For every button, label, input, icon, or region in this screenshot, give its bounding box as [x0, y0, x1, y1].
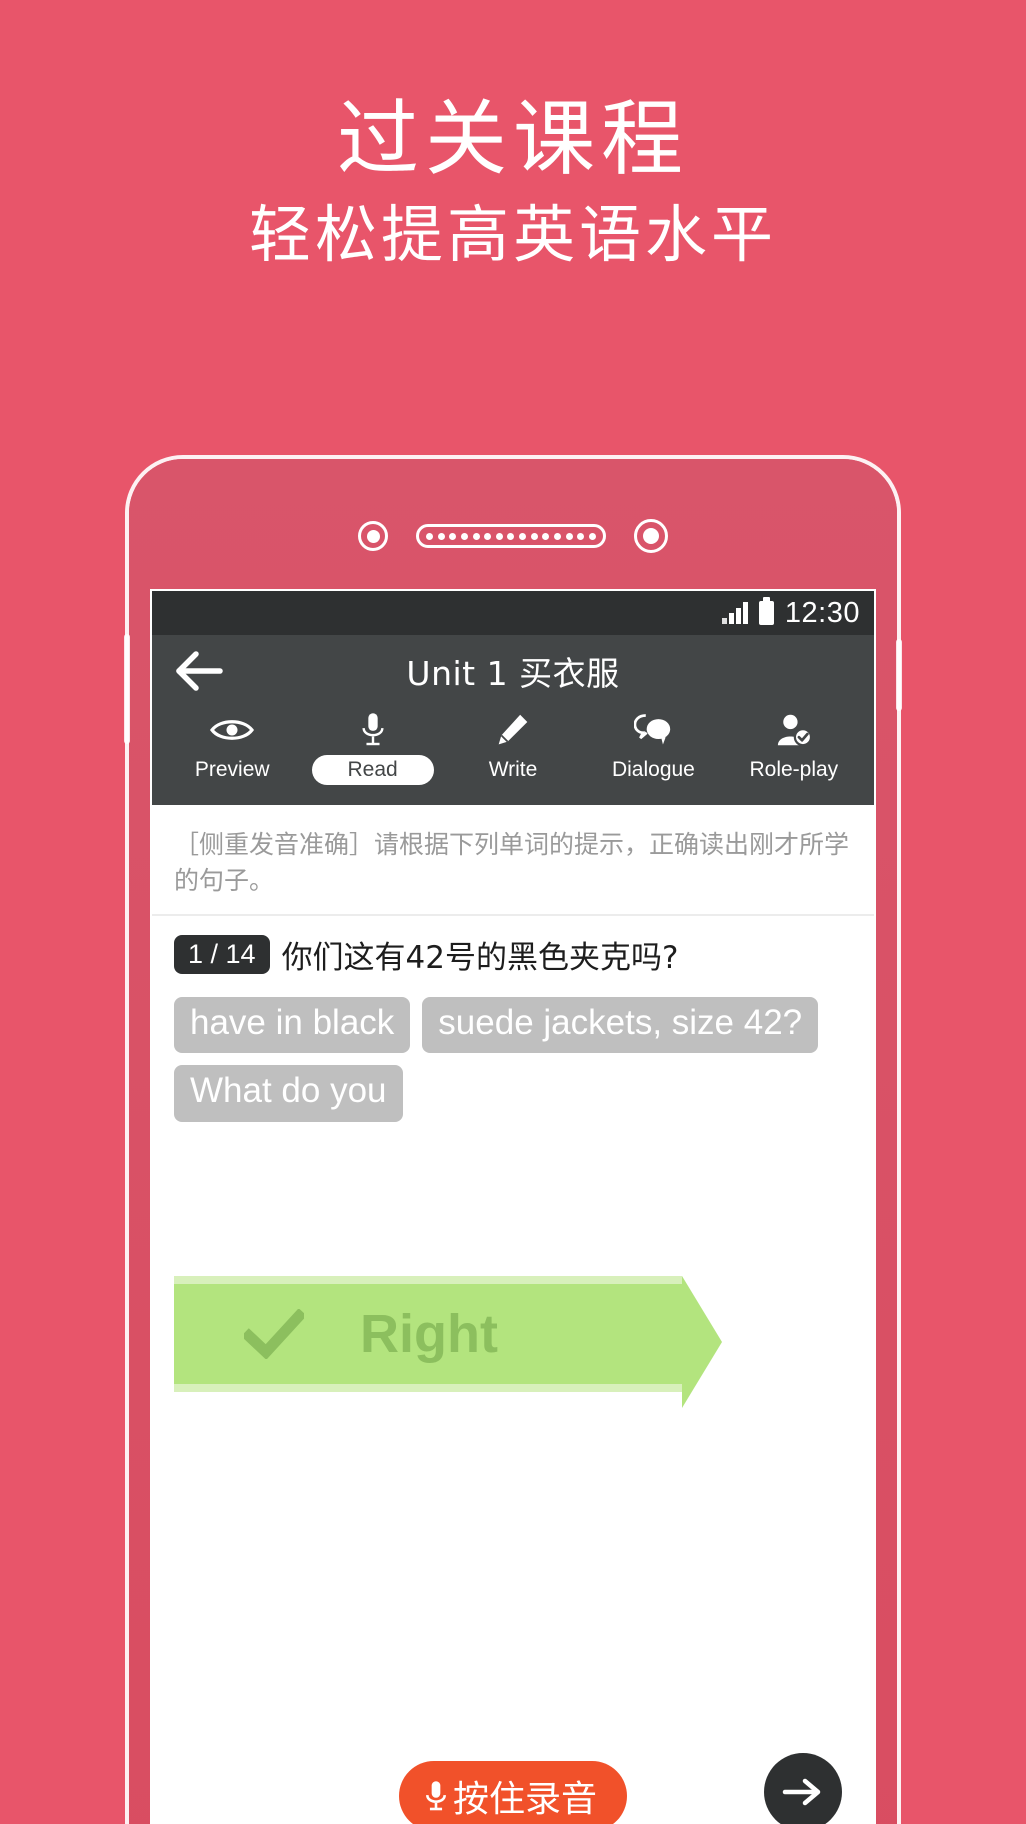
headline-block: 过关课程 轻松提高英语水平 [0, 92, 1026, 271]
phone-screen: 12:30 Unit 1 买衣服 Preview Read Write Dial… [150, 589, 876, 1824]
speech-bubbles-icon [634, 709, 672, 751]
front-camera-icon [634, 519, 668, 553]
result-banner-zone: Right [152, 1275, 874, 1408]
phone-volume-button [124, 634, 130, 744]
instruction-text: ［侧重发音准确］请根据下列单词的提示，正确读出刚才所学的句子。 [152, 805, 874, 916]
user-check-icon [776, 709, 812, 751]
check-mark-icon [244, 1308, 304, 1359]
bottom-control-bar: 按住录音 [152, 1753, 874, 1824]
result-banner: Right [174, 1275, 722, 1408]
eye-icon [210, 709, 255, 751]
tab-label: Preview [194, 758, 270, 781]
tab-dialogue[interactable]: Dialogue [583, 709, 723, 785]
screen-title: Unit 1 买衣服 [406, 654, 620, 693]
question-progress-badge: 1 / 14 [174, 935, 270, 974]
tab-read[interactable]: Read [302, 709, 442, 785]
word-chip[interactable]: suede jackets, size 42? [422, 997, 819, 1054]
front-sensor-icon [358, 521, 388, 551]
status-bar-clock: 12:30 [784, 596, 860, 629]
poster-root: 过关课程 轻松提高英语水平 12:30 Unit 1 买衣服 Preview R… [0, 0, 1026, 1824]
tab-label: Role-play [749, 758, 839, 781]
word-chip[interactable]: What do you [174, 1065, 403, 1122]
microphone-icon [359, 709, 387, 751]
question-text: 你们这有42号的黑色夹克吗? [281, 940, 679, 976]
tab-role-play[interactable]: Role-play [724, 709, 864, 785]
hold-to-record-button[interactable]: 按住录音 [398, 1761, 627, 1824]
tab-label: Write [488, 758, 538, 781]
microphone-icon [426, 1781, 446, 1811]
phone-device-mock: 12:30 Unit 1 买衣服 Preview Read Write Dial… [124, 455, 902, 1824]
back-arrow-icon[interactable] [174, 650, 226, 692]
signal-bars-icon [721, 602, 748, 624]
tab-preview[interactable]: Preview [162, 709, 302, 785]
tab-label: Dialogue [611, 758, 695, 781]
tab-label: Read [311, 755, 434, 785]
earpiece-grill-icon [416, 524, 606, 548]
word-chip-list: have in black suede jackets, size 42? Wh… [152, 985, 874, 1122]
word-chip[interactable]: have in black [174, 997, 411, 1054]
result-banner-label: Right [360, 1303, 498, 1364]
lesson-tab-bar: Preview Read Write Dialogue Role-play [152, 707, 874, 805]
app-title-bar: Unit 1 买衣服 [152, 635, 874, 707]
battery-icon [758, 597, 774, 625]
status-bar: 12:30 [152, 591, 874, 635]
page-subtitle: 轻松提高英语水平 [248, 197, 777, 271]
phone-power-button [896, 639, 902, 711]
tab-write[interactable]: Write [443, 709, 583, 785]
question-row: 1 / 14 你们这有42号的黑色夹克吗? [152, 916, 874, 985]
next-question-button[interactable] [764, 1753, 842, 1824]
page-title: 过关课程 [336, 92, 689, 187]
phone-speaker-row [129, 519, 897, 553]
record-button-label: 按住录音 [452, 1779, 597, 1820]
arrow-right-icon [782, 1778, 821, 1806]
pencil-icon [496, 709, 530, 751]
